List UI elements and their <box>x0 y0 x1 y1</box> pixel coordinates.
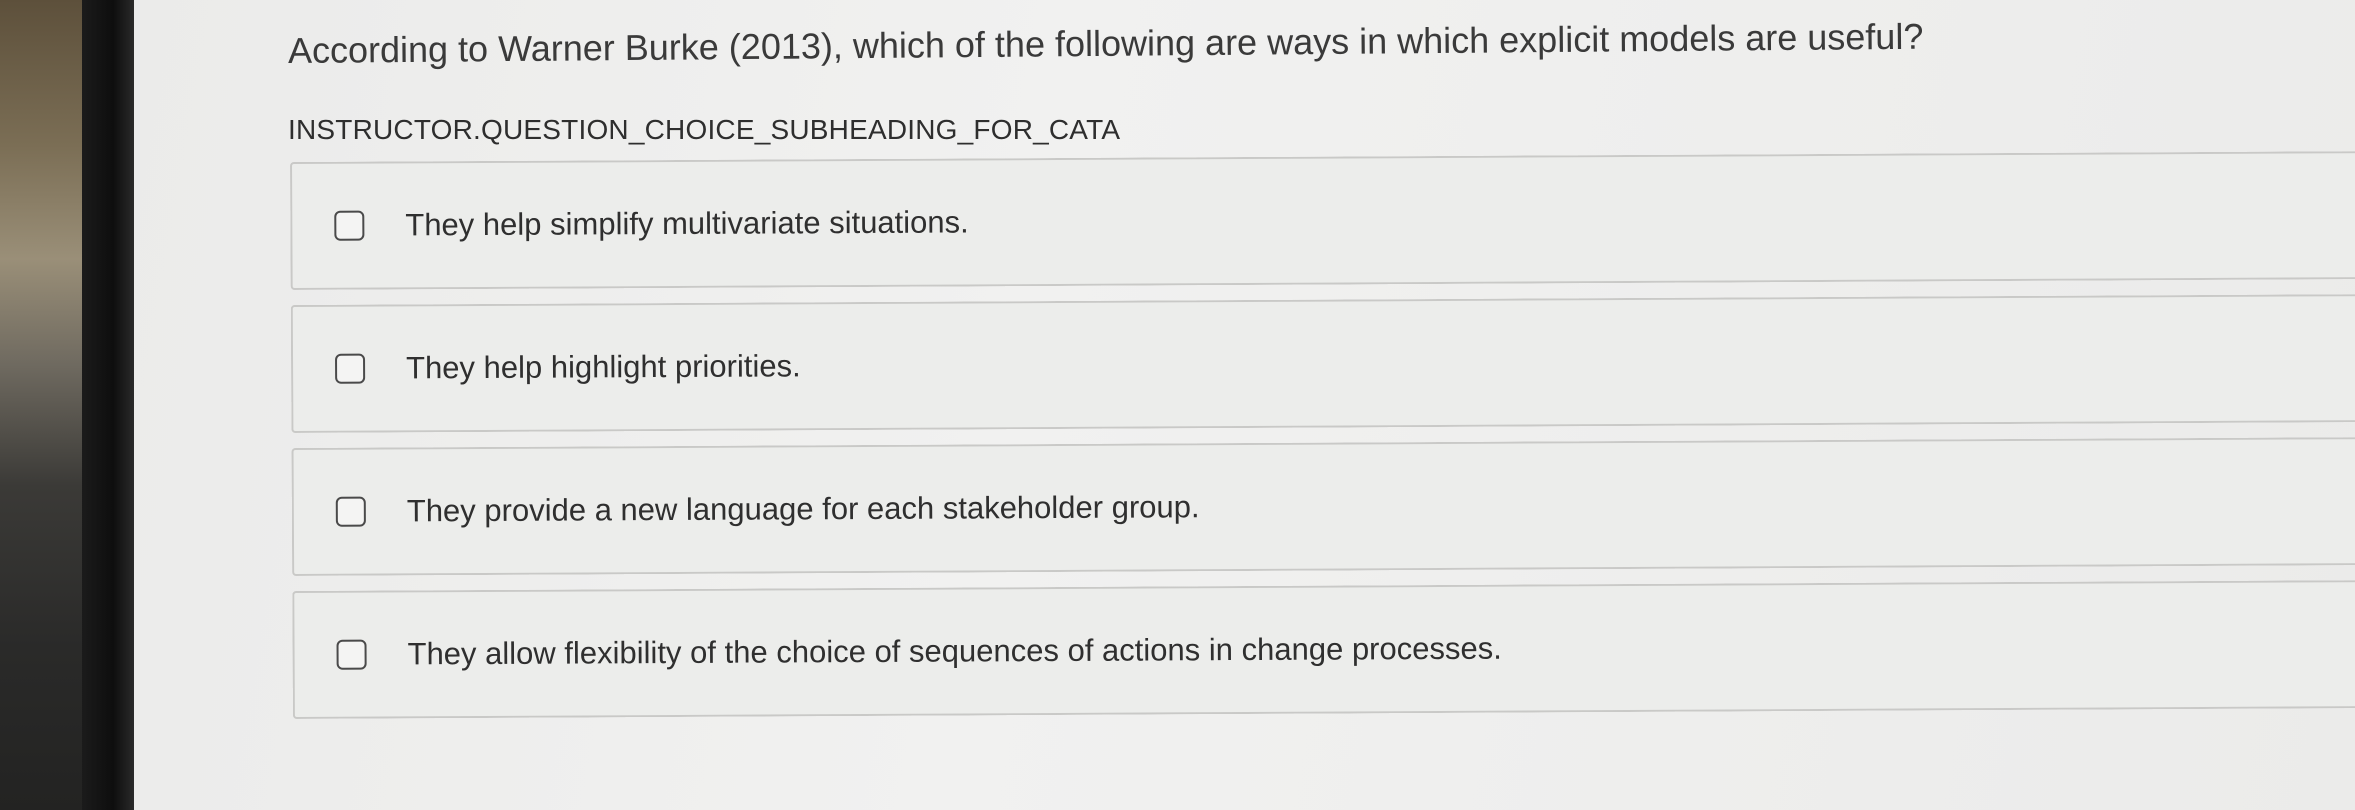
choice-label-4: They allow flexibility of the choice of … <box>407 630 1502 672</box>
checkbox-3[interactable] <box>335 496 366 527</box>
choice-label-1: They help simplify multivariate situatio… <box>405 204 969 243</box>
choice-label-3: They provide a new language for each sta… <box>406 489 1200 529</box>
checkbox-2[interactable] <box>335 353 366 384</box>
choice-subheading: INSTRUCTOR.QUESTION_CHOICE_SUBHEADING_FO… <box>288 114 1121 145</box>
choice-option-4[interactable]: They allow flexibility of the choice of … <box>292 580 2355 719</box>
choice-option-3[interactable]: They provide a new language for each sta… <box>291 437 2355 576</box>
monitor-bezel <box>82 0 134 810</box>
choice-label-2: They help highlight priorities. <box>405 348 801 386</box>
checkbox-1[interactable] <box>334 210 365 241</box>
choice-list: They help simplify multivariate situatio… <box>290 151 2355 734</box>
choice-option-1[interactable]: They help simplify multivariate situatio… <box>290 151 2355 290</box>
checkbox-4[interactable] <box>336 639 367 670</box>
choice-option-2[interactable]: They help highlight priorities. <box>290 294 2355 433</box>
